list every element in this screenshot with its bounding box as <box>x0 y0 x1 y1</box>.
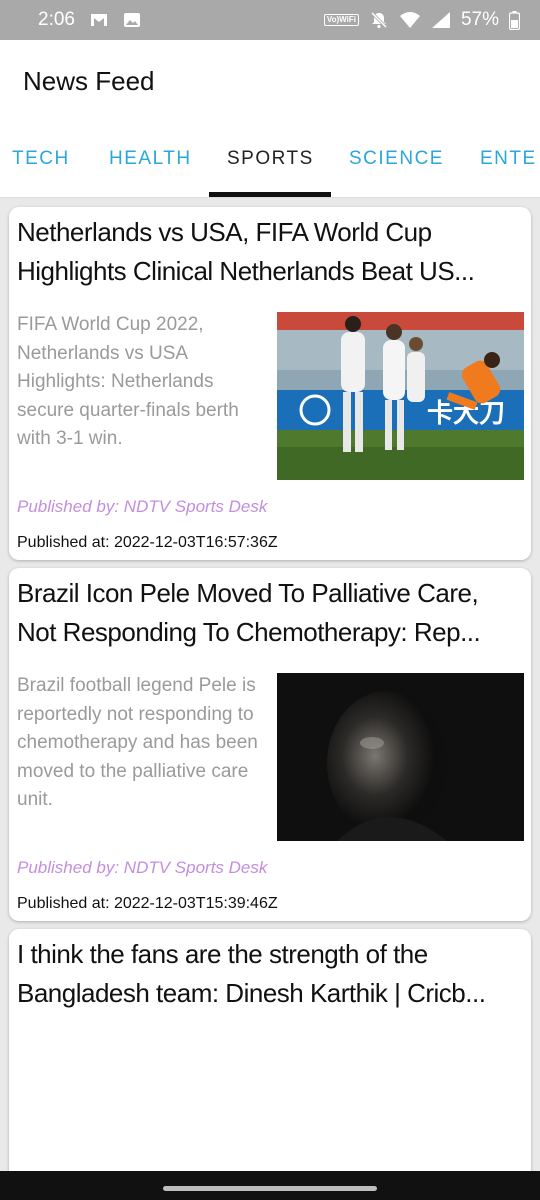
news-card-published-at: Published at: 2022-12-03T15:39:46Z <box>17 895 278 912</box>
news-card-published-at: Published at: 2022-12-03T16:57:36Z <box>17 534 278 551</box>
battery-percent: 57% <box>460 9 499 30</box>
active-tab-indicator <box>209 192 331 197</box>
news-feed[interactable]: Netherlands vs USA, FIFA World Cup Highl… <box>0 199 540 1171</box>
wifi-icon <box>399 11 421 29</box>
news-card-title: Netherlands vs USA, FIFA World Cup Highl… <box>17 217 475 286</box>
tab-science[interactable]: SCIENCE <box>349 148 444 170</box>
mute-icon <box>369 10 389 30</box>
news-card-source: Published by: NDTV Sports Desk <box>17 497 268 516</box>
volte-label-1: Vo) <box>326 15 340 24</box>
app-title: News Feed <box>23 65 155 96</box>
news-card-image <box>277 673 524 841</box>
app-bar: News Feed <box>0 40 540 122</box>
signal-icon <box>431 11 451 29</box>
tab-tech[interactable]: TECH <box>12 148 70 170</box>
news-card-description: FIFA World Cup 2022, Netherlands vs USA … <box>17 314 239 450</box>
home-indicator[interactable] <box>163 1186 377 1191</box>
news-card-source: Published by: NDTV Sports Desk <box>17 858 268 877</box>
status-right: Vo) WiFi 57% <box>323 9 520 31</box>
news-card-title: I think the fans are the strength of the… <box>17 939 486 1008</box>
volte-icon: Vo) WiFi <box>323 14 359 26</box>
portrait-photo <box>277 673 524 841</box>
news-card-description: Brazil football legend Pele is reportedl… <box>17 675 258 811</box>
tab-health[interactable]: HEALTH <box>109 148 192 170</box>
news-card-title: Brazil Icon Pele Moved To Palliative Car… <box>17 578 481 647</box>
status-time: 2:06 <box>38 9 75 30</box>
news-card[interactable]: I think the fans are the strength of the… <box>9 929 531 1171</box>
volte-label-2: WiFi <box>339 15 356 24</box>
news-card[interactable]: Brazil Icon Pele Moved To Palliative Car… <box>9 568 531 921</box>
status-left: 2:06 <box>38 9 141 31</box>
status-bar: 2:06 Vo) WiFi 57% <box>0 0 540 40</box>
news-card-image: 卡大刀 <box>277 312 524 480</box>
battery-icon <box>509 10 520 30</box>
category-tabs: TECH HEALTH SPORTS SCIENCE ENTE <box>0 122 540 198</box>
tab-entertainment[interactable]: ENTE <box>480 148 537 170</box>
gmail-icon <box>89 12 109 28</box>
image-icon <box>123 12 141 28</box>
tab-sports[interactable]: SPORTS <box>227 148 314 170</box>
news-card[interactable]: Netherlands vs USA, FIFA World Cup Highl… <box>9 207 531 560</box>
navigation-bar <box>0 1171 540 1200</box>
football-match-photo: 卡大刀 <box>277 312 524 480</box>
